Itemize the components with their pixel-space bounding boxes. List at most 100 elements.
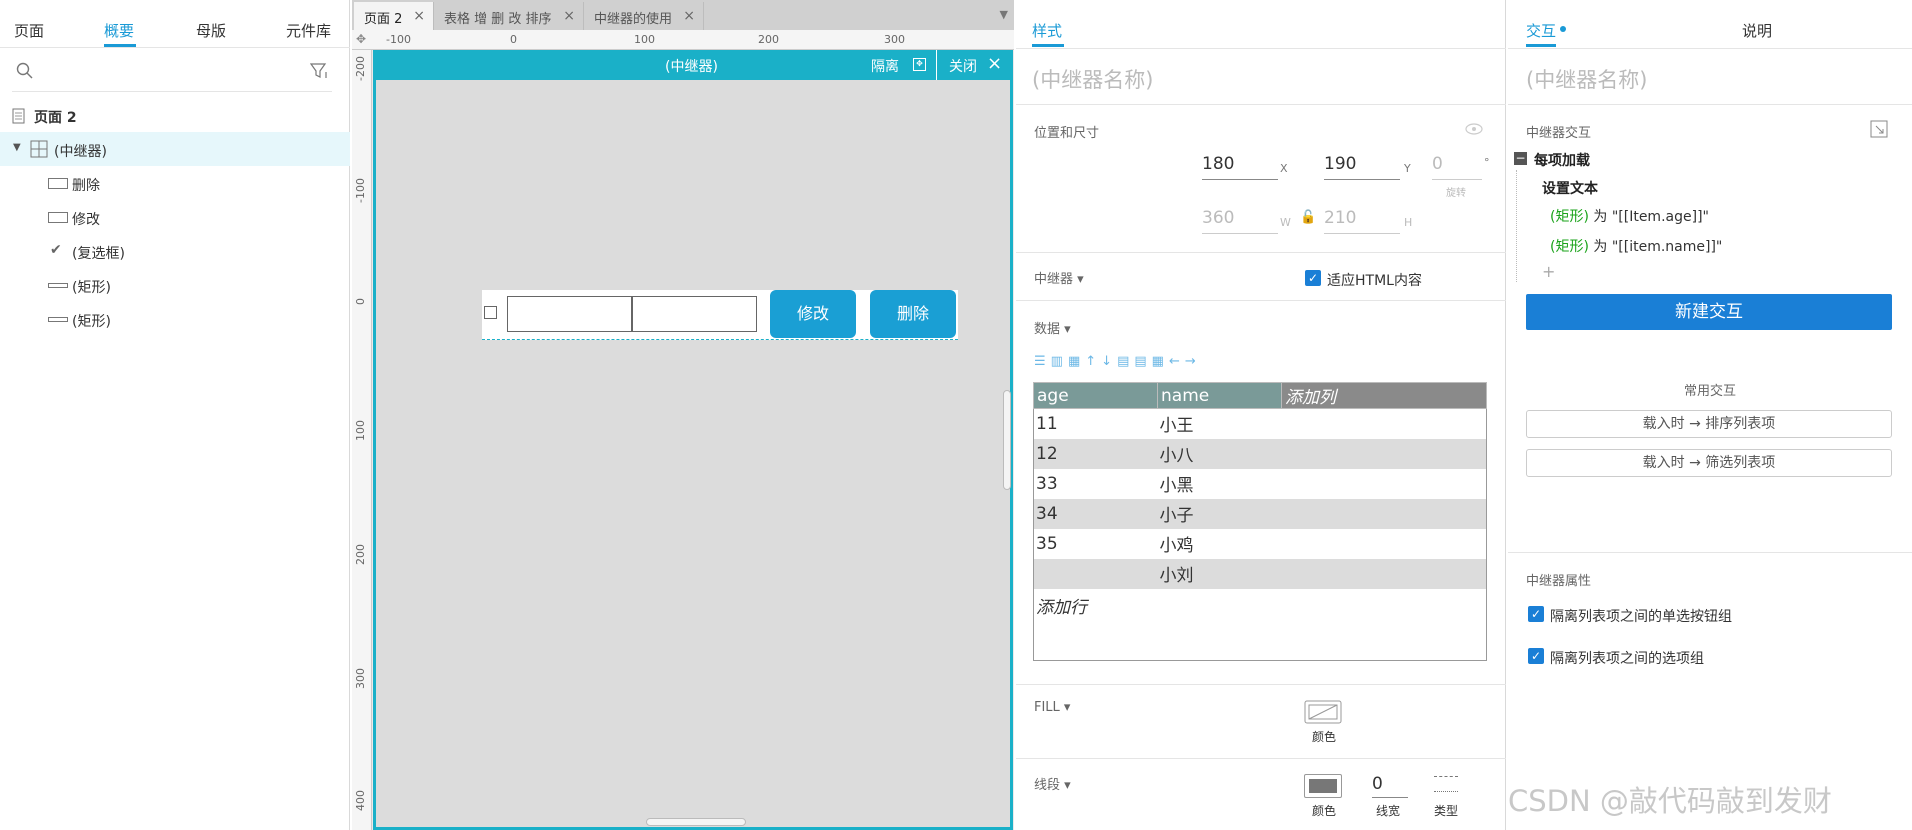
table-row[interactable]: 33 小黑 — [1033, 468, 1487, 499]
add-column-cell[interactable]: 添加列 — [1281, 382, 1487, 409]
insert-below-icon[interactable]: ▤ — [1134, 354, 1151, 369]
x-input[interactable]: 180 — [1202, 154, 1278, 180]
common-sort-button[interactable]: 载入时 → 排序列表项 — [1526, 410, 1892, 438]
cell-age[interactable]: 12 — [1033, 438, 1158, 469]
table-row[interactable]: 11 小王 — [1033, 408, 1487, 439]
filter-icon[interactable] — [310, 62, 330, 80]
tree-item-delete[interactable]: 删除 — [0, 166, 350, 200]
height-input[interactable]: 210 — [1324, 208, 1400, 234]
close-icon[interactable]: × — [987, 53, 1002, 74]
cell-age[interactable]: 33 — [1033, 468, 1158, 499]
tree-item-edit[interactable]: 修改 — [0, 200, 350, 234]
doc-tab-page2[interactable]: 页面 2 × — [354, 2, 434, 30]
insert-col-icon[interactable]: ▥ — [1051, 354, 1068, 369]
fill-section-label[interactable]: FILL ▾ — [1034, 700, 1070, 715]
table-row[interactable]: 12 小八 — [1033, 438, 1487, 469]
prop2-checkbox[interactable]: ✓ — [1528, 648, 1544, 664]
insert-row-icon[interactable]: ☰ — [1034, 354, 1051, 369]
delete-col-icon[interactable]: ▦ — [1152, 354, 1169, 369]
close-icon[interactable]: × — [683, 8, 695, 24]
doc-tab-table[interactable]: 表格 增 删 改 排序 × — [434, 2, 584, 30]
tab-masters[interactable]: 母版 — [196, 20, 226, 41]
stroke-type-icon[interactable] — [1434, 776, 1458, 792]
width-input[interactable]: 360 — [1202, 208, 1278, 234]
isolate-button[interactable]: 隔离 — [871, 56, 899, 76]
column-header-age[interactable]: age — [1033, 382, 1158, 409]
cell-name[interactable]: 小鸡 — [1158, 529, 1282, 559]
tab-outline[interactable]: 概要 — [104, 20, 134, 41]
common-filter-button[interactable]: 载入时 → 筛选列表项 — [1526, 449, 1892, 477]
interaction-name-input[interactable]: (中继器名称) — [1526, 64, 1647, 94]
search-icon[interactable] — [16, 62, 34, 80]
prop1-checkbox[interactable]: ✓ — [1528, 606, 1544, 622]
add-action-button[interactable]: + — [1542, 262, 1555, 281]
tree-item-rect-1[interactable]: (矩形) — [0, 268, 350, 302]
data-toolbar[interactable]: ☰▥▦↑↓▤▤▦←→ — [1034, 354, 1274, 372]
collapse-icon[interactable]: − — [1514, 152, 1527, 165]
edit-button[interactable]: 修改 — [770, 290, 856, 338]
stroke-color-swatch[interactable] — [1304, 774, 1342, 798]
stroke-width-input[interactable]: 0 — [1372, 774, 1408, 798]
event-label[interactable]: 每项加载 — [1534, 150, 1590, 170]
case-2[interactable]: (矩形) 为 "[[item.name]]" — [1550, 236, 1722, 256]
data-section-label[interactable]: 数据 ▾ — [1034, 318, 1071, 337]
repeater-section-label[interactable]: 中继器 ▾ — [1034, 268, 1084, 287]
outline-search[interactable] — [12, 58, 332, 92]
delete-row-icon[interactable]: ▦ — [1068, 354, 1085, 369]
case-1[interactable]: (矩形) 为 "[[Item.age]]" — [1550, 206, 1709, 226]
close-editor-button[interactable]: 关闭 — [949, 56, 977, 76]
repeater-edit-area[interactable] — [373, 50, 1013, 830]
close-icon[interactable]: × — [563, 8, 575, 24]
repeater-name-input[interactable]: (中继器名称) — [1032, 64, 1153, 94]
cell-name[interactable]: 小刘 — [1158, 559, 1282, 589]
add-row-cell[interactable]: 添加行 — [1033, 588, 1487, 661]
tab-libraries[interactable]: 元件库 — [286, 20, 331, 41]
cell-age[interactable] — [1033, 558, 1158, 589]
cell-name[interactable]: 小黑 — [1158, 469, 1282, 499]
cell-age[interactable]: 11 — [1033, 408, 1158, 439]
tab-notes[interactable]: 说明 — [1742, 20, 1772, 41]
table-row[interactable]: 小刘 — [1033, 558, 1487, 589]
fit-html-checkbox[interactable]: ✓ — [1305, 270, 1321, 286]
table-row[interactable]: 34 小子 — [1033, 498, 1487, 529]
vertical-scrollbar[interactable] — [1003, 390, 1011, 490]
tree-item-page[interactable]: 页面 2 — [0, 98, 350, 132]
age-rectangle[interactable] — [507, 296, 632, 332]
tab-interaction[interactable]: 交互 — [1526, 20, 1556, 41]
tree-item-repeater[interactable]: ▼ (中继器) — [0, 132, 350, 166]
table-row[interactable]: 35 小鸡 — [1033, 528, 1487, 559]
tab-style[interactable]: 样式 — [1032, 20, 1062, 41]
doc-tab-repeater[interactable]: 中继器的使用 × — [584, 2, 704, 30]
new-interaction-button[interactable]: 新建交互 — [1526, 294, 1892, 330]
fill-color-swatch[interactable] — [1304, 700, 1342, 724]
cell-age[interactable]: 34 — [1033, 498, 1158, 529]
tab-pages[interactable]: 页面 — [14, 20, 44, 41]
cell-name[interactable]: 小八 — [1158, 439, 1282, 469]
close-icon[interactable]: × — [413, 8, 425, 24]
eye-icon[interactable] — [1464, 122, 1484, 136]
move-left-icon[interactable]: ← — [1169, 354, 1185, 369]
column-header-name[interactable]: name — [1157, 382, 1282, 409]
cell-name[interactable]: 小王 — [1158, 409, 1282, 439]
tabs-dropdown-icon[interactable]: ▼ — [1000, 8, 1008, 21]
move-down-icon[interactable]: ↓ — [1101, 354, 1117, 369]
horizontal-scrollbar[interactable] — [646, 818, 746, 826]
stroke-section-label[interactable]: 线段 ▾ — [1034, 774, 1071, 793]
action-label[interactable]: 设置文本 — [1542, 178, 1598, 198]
y-input[interactable]: 190 — [1324, 154, 1400, 180]
item-checkbox[interactable] — [484, 306, 497, 319]
cell-name[interactable]: 小子 — [1158, 499, 1282, 529]
tree-item-checkbox[interactable]: ✔ (复选框) — [0, 234, 350, 268]
name-rectangle[interactable] — [632, 296, 757, 332]
lock-icon[interactable]: 🔓 — [1300, 210, 1316, 225]
cell-age[interactable]: 35 — [1033, 528, 1158, 559]
tree-item-rect-2[interactable]: (矩形) — [0, 302, 350, 336]
move-right-icon[interactable]: → — [1185, 354, 1201, 369]
expand-window-icon[interactable] — [1870, 120, 1888, 138]
expand-caret-icon[interactable]: ▼ — [13, 142, 21, 153]
add-row[interactable]: 添加行 — [1033, 588, 1487, 661]
isolate-icon[interactable]: ✥ — [913, 58, 926, 71]
move-up-icon[interactable]: ↑ — [1085, 354, 1101, 369]
rotation-input[interactable]: 0 — [1432, 154, 1482, 180]
insert-above-icon[interactable]: ▤ — [1117, 354, 1134, 369]
